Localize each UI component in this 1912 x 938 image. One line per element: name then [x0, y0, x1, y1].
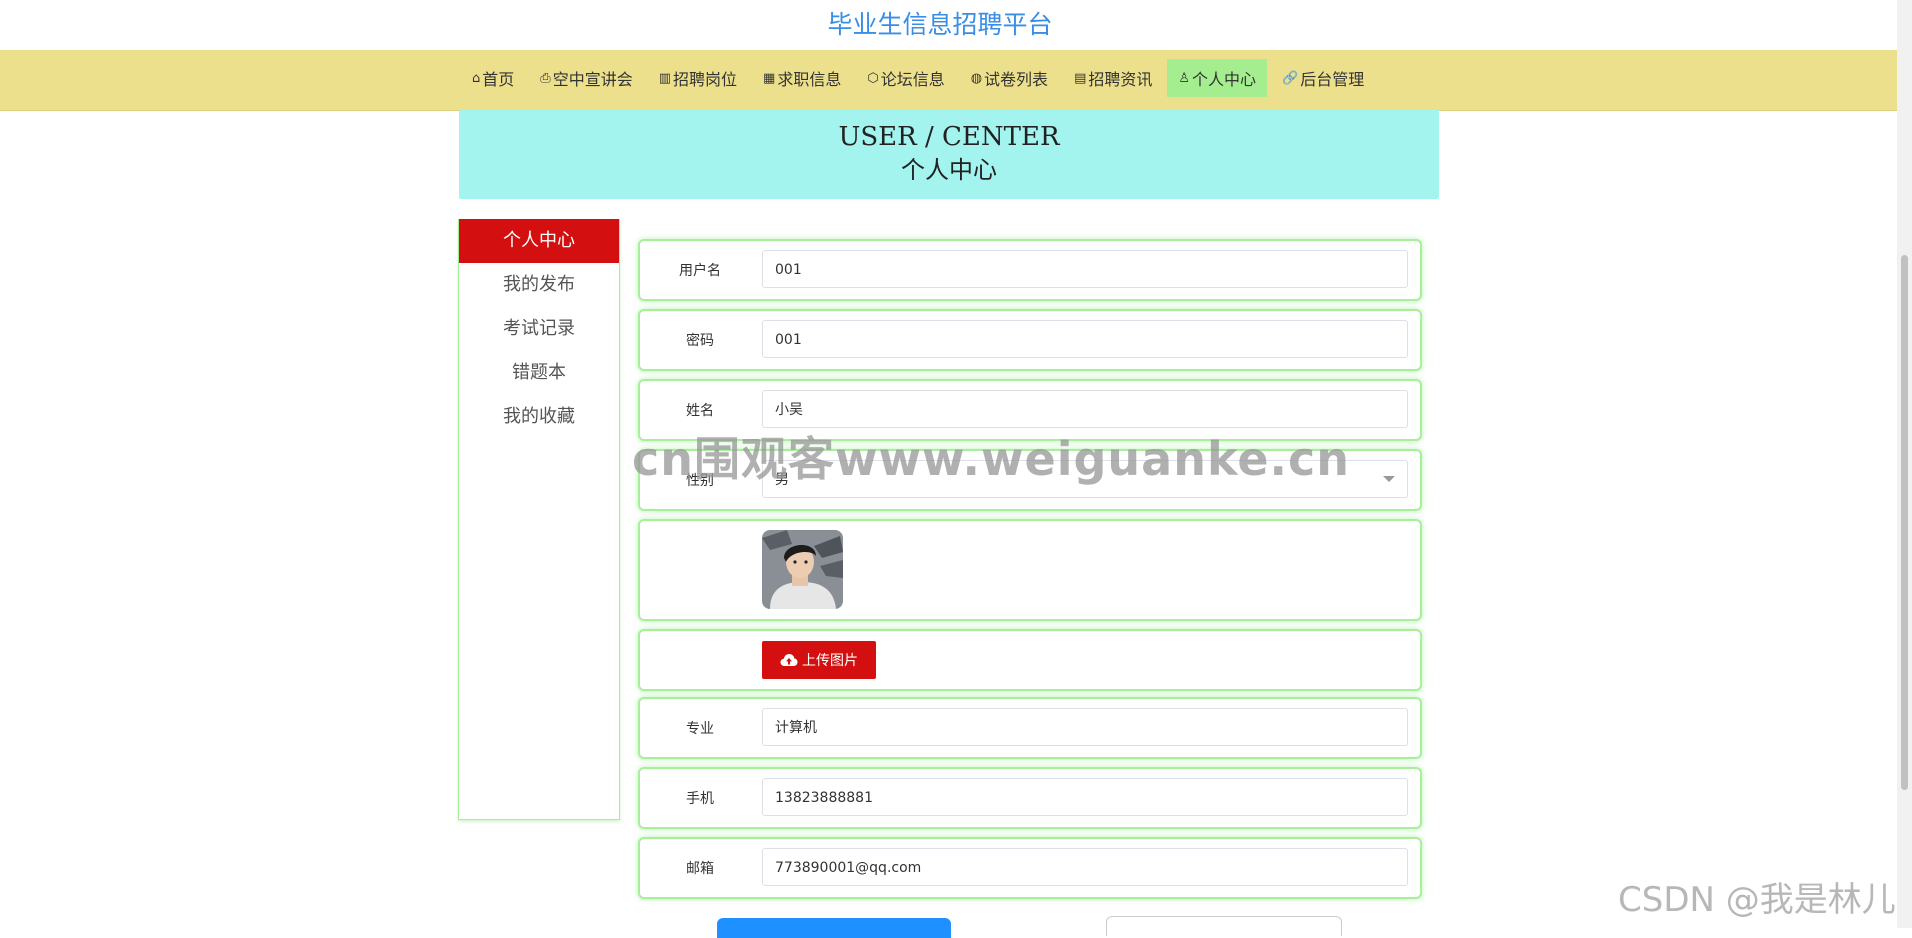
page-scrollbar[interactable] — [1897, 0, 1912, 928]
site-watermark: cn围观客www.weiguanke.cn — [632, 432, 1351, 486]
sidebar-item-0[interactable]: 个人中心 — [459, 219, 619, 263]
nav-item-label: 招聘资讯 — [1088, 70, 1153, 89]
user-icon: ♙ — [1178, 70, 1191, 86]
form-row-password: 密码 001 — [638, 309, 1422, 371]
link-icon: 🔗 — [1282, 70, 1299, 86]
form-row-email: 邮箱 773890001@qq.com — [638, 837, 1422, 899]
save-button[interactable] — [717, 918, 951, 938]
username-input[interactable]: 001 — [762, 250, 1408, 288]
nav-item-label: 后台管理 — [1300, 70, 1365, 89]
calendar-icon: ▦ — [763, 70, 776, 86]
nav-item-label: 招聘岗位 — [673, 70, 738, 89]
nav-item-label: 个人中心 — [1192, 70, 1257, 89]
nav-item-2[interactable]: ▥ 招聘岗位 — [648, 59, 748, 97]
nav-item-label: 试卷列表 — [984, 70, 1049, 89]
upload-button-label: 上传图片 — [802, 652, 858, 668]
nav-item-label: 首页 — [482, 70, 515, 89]
email-input[interactable]: 773890001@qq.com — [762, 848, 1408, 886]
globe-icon: ◍ — [970, 70, 983, 86]
chevron-down-icon — [1383, 476, 1395, 482]
banner-title-cn: 个人中心 — [901, 156, 997, 184]
nav-item-label: 空中宣讲会 — [552, 70, 633, 89]
password-label: 密码 — [686, 333, 714, 349]
nav-menu: ⌂ 首页 ⎙ 空中宣讲会 ▥ 招聘岗位 ▦ 求职信息 ⬡ 论坛信息 ◍ 试卷列表 ▤ 招聘资讯 ♙ 个人中心 🔗… — [461, 59, 1379, 101]
nav-item-label: 论坛信息 — [880, 70, 945, 89]
main-navbar: ⌂ 首页 ⎙ 空中宣讲会 ▥ 招聘岗位 ▦ 求职信息 ⬡ 论坛信息 ◍ 试卷列表 ▤ 招聘资讯 ♙ 个人中心 🔗… — [0, 50, 1897, 111]
logout-button[interactable] — [1106, 916, 1342, 936]
site-title: 毕业生信息招聘平台 — [827, 10, 1053, 39]
nav-item-7[interactable]: ♙ 个人中心 — [1167, 59, 1268, 97]
nav-item-label: 求职信息 — [777, 70, 842, 89]
seminar-icon: ⎙ — [540, 70, 551, 86]
major-label: 专业 — [686, 721, 714, 737]
form-row-upload: 上传图片 — [638, 629, 1422, 691]
phone-label: 手机 — [686, 791, 714, 807]
scrollbar-thumb[interactable] — [1901, 255, 1908, 790]
form-row-major: 专业 计算机 — [638, 697, 1422, 759]
forum-icon: ⬡ — [867, 70, 879, 86]
nav-item-8[interactable]: 🔗 后台管理 — [1271, 59, 1375, 97]
major-input[interactable]: 计算机 — [762, 708, 1408, 746]
sidebar-item-4[interactable]: 我的收藏 — [459, 395, 619, 439]
upload-image-button[interactable]: 上传图片 — [762, 641, 876, 679]
sidebar-item-2[interactable]: 考试记录 — [459, 307, 619, 351]
banner-title-en: USER / CENTER — [838, 122, 1060, 152]
phone-input[interactable]: 13823888881 — [762, 778, 1408, 816]
job-post-icon: ▥ — [658, 70, 671, 86]
email-label: 邮箱 — [686, 861, 714, 877]
nav-item-3[interactable]: ▦ 求职信息 — [752, 59, 852, 97]
name-label: 姓名 — [686, 403, 714, 419]
avatar-image — [762, 530, 843, 609]
nav-item-0[interactable]: ⌂ 首页 — [461, 59, 525, 97]
csdn-watermark: CSDN @我是林儿 — [1618, 880, 1896, 920]
nav-item-6[interactable]: ▤ 招聘资讯 — [1063, 59, 1163, 97]
sidebar-item-1[interactable]: 我的发布 — [459, 263, 619, 307]
sidebar-item-3[interactable]: 错题本 — [459, 351, 619, 395]
nav-item-1[interactable]: ⎙ 空中宣讲会 — [529, 59, 643, 97]
password-input[interactable]: 001 — [762, 320, 1408, 358]
user-sidebar: 个人中心 我的发布 考试记录 错题本 我的收藏 — [458, 219, 620, 820]
page-banner: USER / CENTER 个人中心 — [459, 110, 1439, 199]
username-label: 用户名 — [679, 263, 721, 279]
home-icon: ⌂ — [472, 70, 481, 86]
form-row-avatar — [638, 519, 1422, 621]
cloud-upload-icon — [780, 654, 798, 666]
form-row-phone: 手机 13823888881 — [638, 767, 1422, 829]
news-icon: ▤ — [1074, 70, 1087, 86]
form-row-username: 用户名 001 — [638, 239, 1422, 301]
nav-item-4[interactable]: ⬡ 论坛信息 — [856, 59, 955, 97]
nav-item-5[interactable]: ◍ 试卷列表 — [960, 59, 1059, 97]
